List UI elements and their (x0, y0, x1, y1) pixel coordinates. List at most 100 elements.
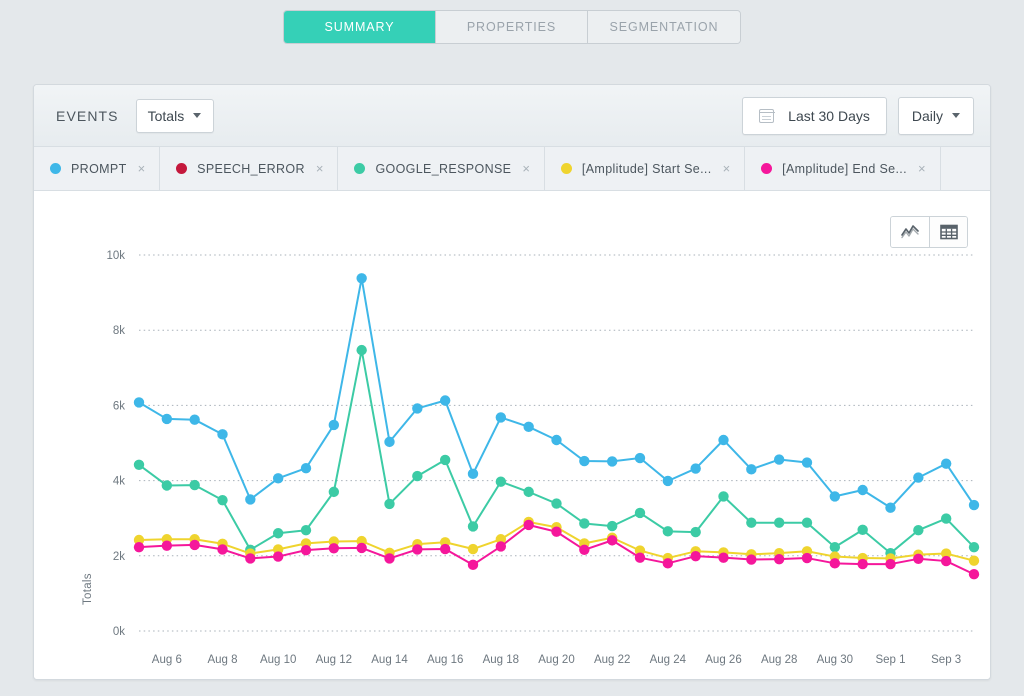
data-point[interactable] (579, 456, 589, 466)
data-point[interactable] (523, 520, 533, 530)
data-point[interactable] (384, 499, 394, 509)
data-point[interactable] (830, 542, 840, 552)
totals-dropdown[interactable]: Totals (136, 99, 214, 133)
data-point[interactable] (412, 471, 422, 481)
data-point[interactable] (579, 518, 589, 528)
data-point[interactable] (718, 491, 728, 501)
tab-properties[interactable]: PROPERTIES (436, 11, 588, 43)
close-icon[interactable]: × (522, 162, 530, 175)
data-point[interactable] (746, 464, 756, 474)
data-point[interactable] (690, 463, 700, 473)
data-point[interactable] (301, 545, 311, 555)
data-point[interactable] (718, 552, 728, 562)
data-point[interactable] (384, 553, 394, 563)
data-point[interactable] (440, 544, 450, 554)
data-point[interactable] (356, 273, 366, 283)
data-point[interactable] (913, 525, 923, 535)
data-point[interactable] (857, 525, 867, 535)
data-point[interactable] (607, 456, 617, 466)
data-point[interactable] (134, 460, 144, 470)
data-point[interactable] (245, 553, 255, 563)
data-point[interactable] (189, 540, 199, 550)
event-chip[interactable]: SPEECH_ERROR× (160, 147, 338, 190)
data-point[interactable] (329, 420, 339, 430)
data-point[interactable] (830, 558, 840, 568)
data-point[interactable] (663, 526, 673, 536)
table-view-button[interactable] (929, 217, 967, 247)
data-point[interactable] (830, 491, 840, 501)
data-point[interactable] (551, 527, 561, 537)
data-point[interactable] (523, 422, 533, 432)
interval-dropdown[interactable]: Daily (898, 97, 974, 135)
data-point[interactable] (189, 480, 199, 490)
data-point[interactable] (301, 525, 311, 535)
data-point[interactable] (356, 345, 366, 355)
data-point[interactable] (162, 414, 172, 424)
data-point[interactable] (468, 469, 478, 479)
data-point[interactable] (523, 487, 533, 497)
data-point[interactable] (663, 476, 673, 486)
event-chip[interactable]: GOOGLE_RESPONSE× (338, 147, 544, 190)
close-icon[interactable]: × (138, 162, 146, 175)
data-point[interactable] (496, 541, 506, 551)
event-chip[interactable]: [Amplitude] End Se...× (745, 147, 940, 190)
tab-segmentation[interactable]: SEGMENTATION (588, 11, 740, 43)
data-point[interactable] (245, 494, 255, 504)
data-point[interactable] (134, 542, 144, 552)
data-point[interactable] (746, 518, 756, 528)
data-point[interactable] (969, 500, 979, 510)
data-point[interactable] (635, 508, 645, 518)
date-range-button[interactable]: Last 30 Days (742, 97, 887, 135)
data-point[interactable] (690, 551, 700, 561)
data-point[interactable] (579, 545, 589, 555)
data-point[interactable] (913, 472, 923, 482)
data-point[interactable] (774, 554, 784, 564)
data-point[interactable] (802, 457, 812, 467)
event-chip[interactable]: PROMPT× (34, 147, 160, 190)
data-point[interactable] (329, 487, 339, 497)
data-point[interactable] (857, 559, 867, 569)
data-point[interactable] (802, 553, 812, 563)
data-point[interactable] (857, 485, 867, 495)
close-icon[interactable]: × (316, 162, 324, 175)
data-point[interactable] (635, 552, 645, 562)
data-point[interactable] (913, 554, 923, 564)
close-icon[interactable]: × (723, 162, 731, 175)
data-point[interactable] (607, 521, 617, 531)
data-point[interactable] (468, 544, 478, 554)
data-point[interactable] (551, 498, 561, 508)
data-point[interactable] (162, 540, 172, 550)
data-point[interactable] (440, 455, 450, 465)
line-chart-view-button[interactable] (891, 217, 929, 247)
data-point[interactable] (412, 403, 422, 413)
data-point[interactable] (941, 556, 951, 566)
data-point[interactable] (663, 558, 673, 568)
data-point[interactable] (941, 513, 951, 523)
data-point[interactable] (718, 435, 728, 445)
event-chip[interactable]: [Amplitude] Start Se...× (545, 147, 745, 190)
data-point[interactable] (551, 435, 561, 445)
data-point[interactable] (774, 454, 784, 464)
data-point[interactable] (607, 535, 617, 545)
data-point[interactable] (802, 518, 812, 528)
data-point[interactable] (746, 554, 756, 564)
data-point[interactable] (885, 559, 895, 569)
data-point[interactable] (496, 412, 506, 422)
data-point[interactable] (134, 397, 144, 407)
data-point[interactable] (496, 477, 506, 487)
data-point[interactable] (885, 502, 895, 512)
data-point[interactable] (329, 543, 339, 553)
data-point[interactable] (468, 560, 478, 570)
data-point[interactable] (969, 555, 979, 565)
close-icon[interactable]: × (918, 162, 926, 175)
data-point[interactable] (774, 518, 784, 528)
data-point[interactable] (440, 395, 450, 405)
data-point[interactable] (273, 528, 283, 538)
data-point[interactable] (162, 480, 172, 490)
data-point[interactable] (635, 453, 645, 463)
data-point[interactable] (217, 544, 227, 554)
data-point[interactable] (690, 527, 700, 537)
data-point[interactable] (273, 473, 283, 483)
data-point[interactable] (189, 414, 199, 424)
data-point[interactable] (356, 543, 366, 553)
